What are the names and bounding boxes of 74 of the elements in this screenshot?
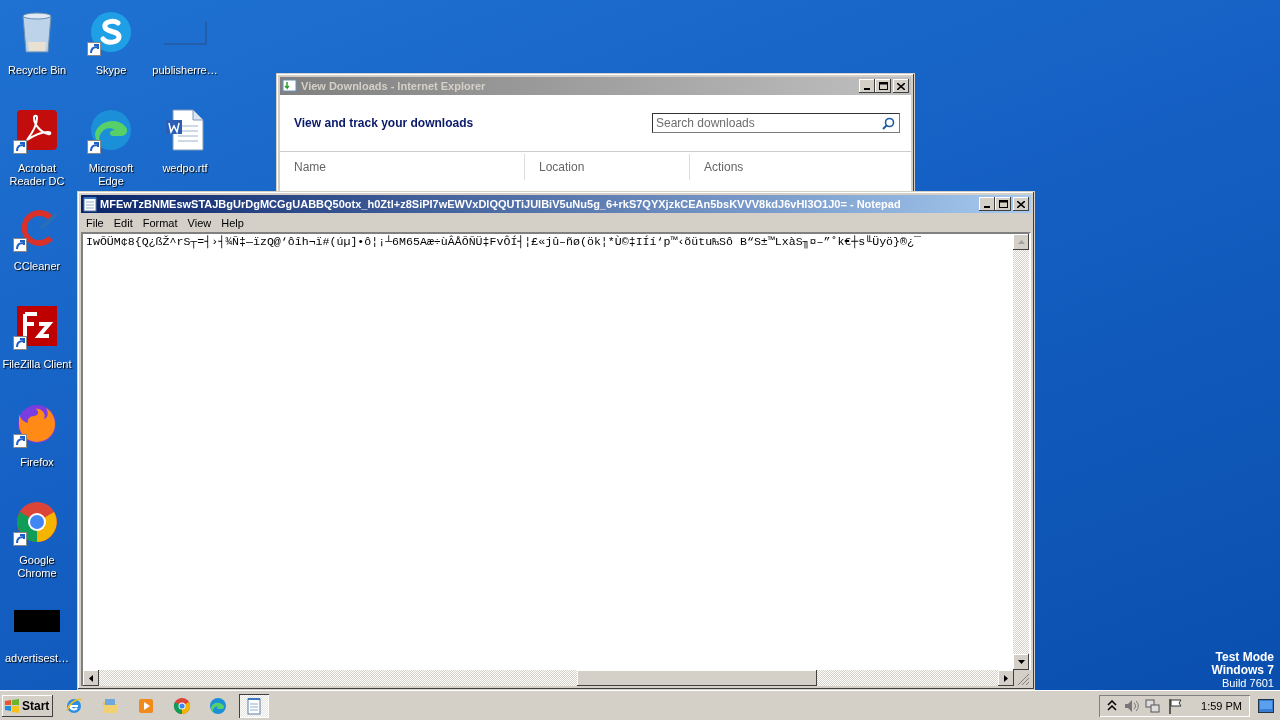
browser-e-icon — [65, 696, 84, 715]
window-title: MFEwTzBNMEswSTAJBgUrDgMCGgUABBQ50otx_h0Ztl+z8SiPI7wEWVxDlQQUTiJUIBiV5uNu5g_6+rkS7QYXjzkCEAn5bsKVVV8kdJ6vHl3O1J0= - Notepad — [100, 198, 902, 210]
notepad-icon — [83, 196, 97, 212]
menu-item[interactable]: Format — [137, 216, 183, 229]
close-icon — [897, 82, 905, 90]
shortcut-arrow-icon — [13, 336, 27, 350]
minimize-button[interactable] — [979, 197, 995, 211]
desktop-icon-label[interactable]: wedpo.rtf — [162, 162, 208, 175]
maximize-icon — [878, 82, 888, 90]
download-page-icon — [282, 78, 298, 94]
desktop-icon-label[interactable]: Firefox — [20, 456, 54, 469]
menu-item[interactable]: View — [182, 216, 217, 229]
maximize-icon — [998, 200, 1008, 208]
column-header[interactable]: Name — [280, 154, 525, 180]
menu-item[interactable]: Edit — [108, 216, 138, 229]
desktop-icon-label[interactable]: Skype — [95, 64, 127, 77]
vertical-scrollbar[interactable] — [1013, 234, 1029, 670]
right-arrow-icon — [1004, 674, 1008, 682]
window-title: View Downloads - Internet Explorer — [301, 80, 487, 92]
shortcut-arrow-icon — [13, 434, 27, 448]
show-desktop-icon[interactable] — [1258, 698, 1274, 713]
desktop-icon-label[interactable]: Recycle Bin — [7, 64, 67, 77]
desktop-icon-label[interactable]: advertisest… — [4, 652, 70, 665]
desktop-icon-label[interactable]: Acrobat Reader DC — [1, 162, 73, 188]
search-field[interactable]: Search downloads — [652, 113, 900, 133]
desktop-icon-label[interactable]: CCleaner — [13, 260, 61, 273]
minimize-icon — [864, 88, 870, 90]
minimize-button[interactable] — [859, 79, 875, 93]
shortcut-arrow-icon — [87, 140, 101, 154]
browser-icon — [173, 696, 192, 715]
page-heading: View and track your downloads — [294, 116, 474, 130]
system-watermark-text: Windows 7 — [1211, 664, 1274, 677]
folder-icon — [101, 696, 120, 715]
desktop-icon-label[interactable]: publisherre… — [152, 64, 218, 77]
start-button[interactable]: Start — [2, 694, 54, 717]
desktop-icon-label[interactable]: Microsoft Edge — [75, 162, 147, 188]
scroll-up-button[interactable] — [1013, 234, 1029, 250]
play-button-icon — [137, 696, 156, 715]
close-button[interactable] — [893, 79, 909, 93]
up-arrow-icon — [1017, 240, 1025, 244]
flag-icon[interactable] — [1167, 697, 1184, 714]
maximize-button[interactable] — [995, 197, 1011, 211]
minimize-icon — [984, 206, 990, 208]
column-header[interactable]: Actions — [690, 154, 750, 180]
shortcut-arrow-icon — [87, 42, 101, 56]
close-icon — [1017, 200, 1025, 208]
down-arrow-icon — [1017, 660, 1025, 664]
search-icon[interactable] — [882, 117, 895, 130]
close-button[interactable] — [1013, 197, 1029, 211]
scroll-left-button[interactable] — [83, 670, 99, 686]
chevron-up-icon[interactable] — [1107, 699, 1118, 712]
text-line: IwÕÜM¢8{Q¿ßŽ^rS┬=┤›┤¾Ñ‡—ïzQ@‘ôîh¬ï#(úµ]•ô¦¡┴6M65Aæ÷ùÂÅÕÑÜ‡FvÔÍ┤¦£«jû–ñø(ök¦*Ù©‡IÍí‘p™‹õütu₧Sô B“S±™LxàS╖¤–”˚k€┼s╙Üyö}®¿¯ — [86, 234, 922, 250]
menu-item[interactable]: File — [81, 216, 109, 229]
desktop-icon-label[interactable]: FileZilla Client — [2, 358, 72, 371]
column-header[interactable]: Location — [525, 154, 690, 180]
system-watermark-text: Build 7601 — [1222, 677, 1274, 690]
scroll-thumb[interactable] — [577, 670, 817, 686]
taskbar-button[interactable] — [239, 693, 270, 718]
menu-item[interactable]: Help — [216, 216, 249, 229]
maximize-button[interactable] — [875, 79, 891, 93]
left-arrow-icon — [89, 674, 93, 682]
windows-logo-icon — [4, 698, 20, 713]
wave-browser-icon — [209, 696, 228, 715]
shortcut-arrow-icon — [13, 140, 27, 154]
network-icon[interactable] — [1145, 697, 1162, 714]
scroll-down-button[interactable] — [1013, 654, 1029, 670]
notepad-icon — [245, 696, 264, 715]
horizontal-scrollbar[interactable] — [83, 670, 1014, 686]
shortcut-arrow-icon — [13, 532, 27, 546]
clock-time[interactable]: 1:59 PM — [1201, 699, 1242, 712]
scroll-right-button[interactable] — [998, 670, 1014, 686]
system-watermark-text: Test Mode — [1215, 651, 1274, 664]
shortcut-arrow-icon — [13, 238, 27, 252]
desktop-icon-label[interactable]: Google Chrome — [1, 554, 73, 580]
